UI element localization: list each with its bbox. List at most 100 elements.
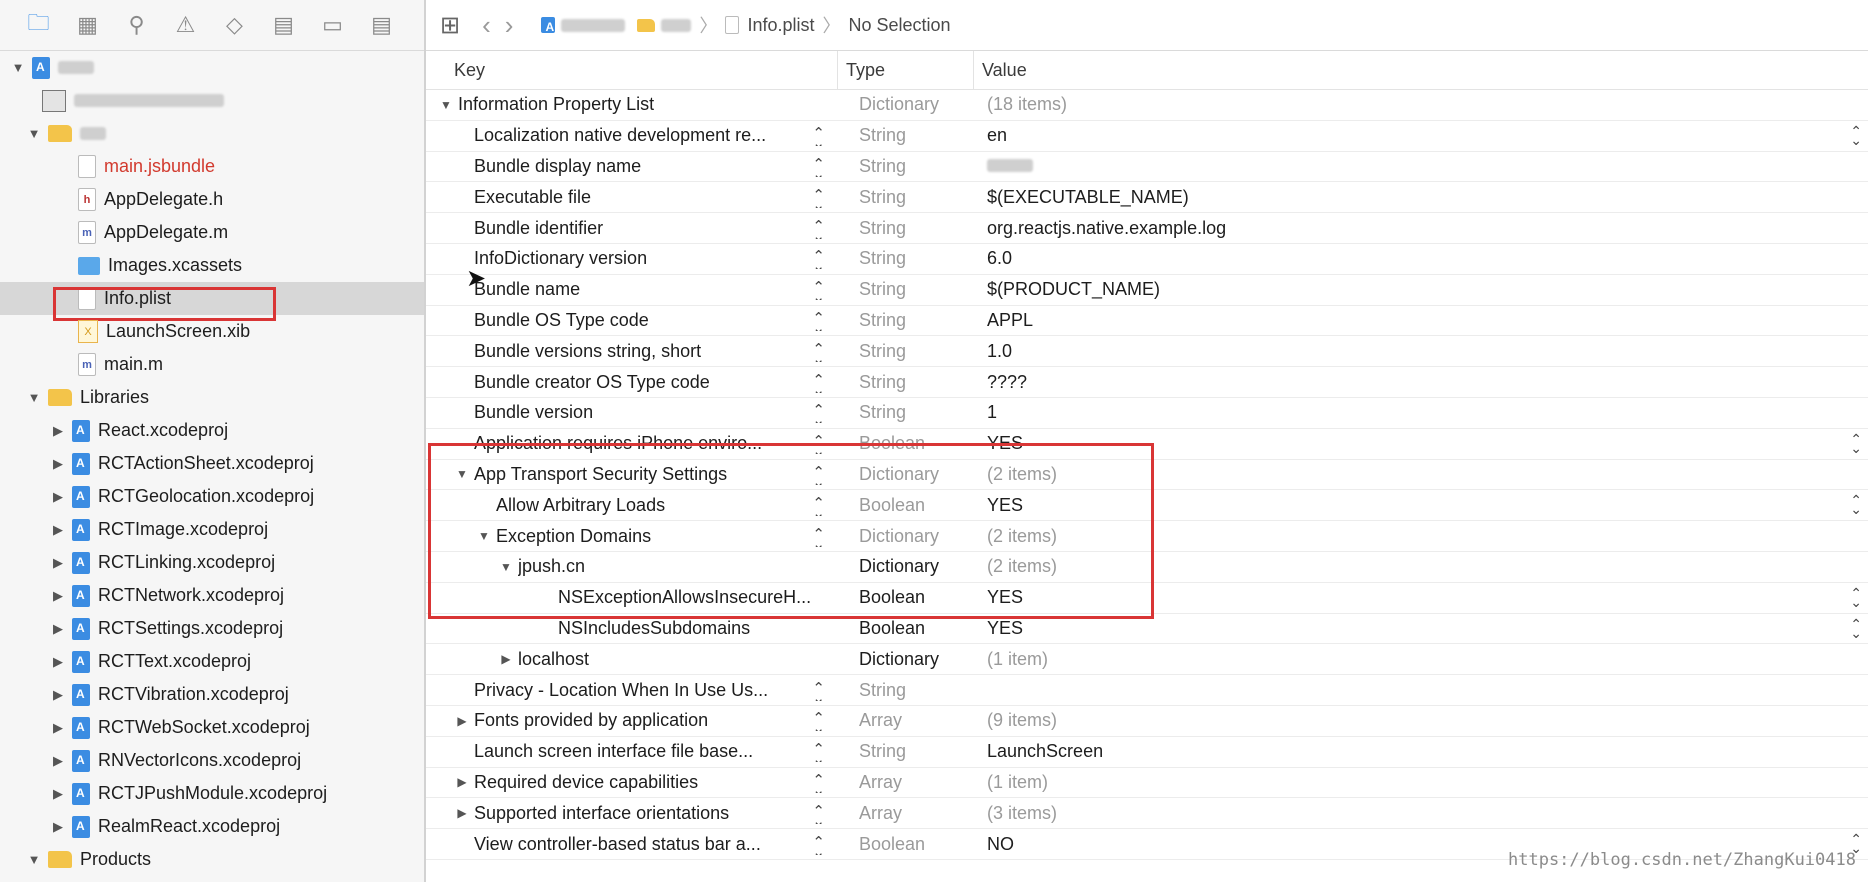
navigator-item[interactable]: ▶ RCTText.xcodeproj <box>0 645 424 678</box>
plist-value-cell[interactable]: (9 items) <box>973 710 1868 731</box>
plist-value-cell[interactable]: 1.0 <box>973 341 1868 362</box>
disclosure-closed-icon[interactable]: ▶ <box>50 753 66 769</box>
plist-value-cell[interactable]: 1 <box>973 402 1868 423</box>
plist-value-cell[interactable]: (18 items) <box>973 94 1868 115</box>
key-stepper-icon[interactable]: ⌃ ⌄ <box>812 249 825 269</box>
plist-value-cell[interactable]: $(EXECUTABLE_NAME) <box>973 187 1868 208</box>
value-column-header[interactable]: Value <box>973 51 1868 89</box>
disclosure-closed-icon[interactable]: ▶ <box>50 786 66 802</box>
plist-type-cell[interactable]: Array <box>837 772 973 793</box>
navigator-item[interactable]: ▶ RCTLinking.xcodeproj <box>0 546 424 579</box>
plist-type-cell[interactable]: String <box>837 187 973 208</box>
folder-icon[interactable]: 🗀 <box>14 5 63 45</box>
key-stepper-icon[interactable]: ⌃ ⌄ <box>812 711 825 731</box>
plist-value-cell[interactable]: 6.0 <box>973 248 1868 269</box>
test-diamond-icon[interactable]: ◇ <box>210 5 259 45</box>
plist-type-cell[interactable]: String <box>837 248 973 269</box>
plist-type-cell[interactable]: String <box>837 402 973 423</box>
back-arrow-icon[interactable]: ‹ <box>482 10 491 41</box>
blurred-crumb[interactable] <box>661 18 692 32</box>
navigator-item[interactable] <box>0 84 424 117</box>
plist-row[interactable]: Bundle creator OS Type code ⌃ ⌄ String???? <box>426 367 1868 398</box>
plist-value-cell[interactable]: YES <box>973 618 1868 639</box>
plist-value-cell[interactable]: (1 item) <box>973 772 1868 793</box>
plist-key-cell[interactable]: ▶ localhost <box>426 649 837 670</box>
report-icon[interactable]: ▤ <box>357 5 406 45</box>
key-stepper-icon[interactable]: ⌃ ⌄ <box>812 681 825 701</box>
selection-crumb[interactable]: No Selection <box>849 15 951 36</box>
disclosure-open-icon[interactable]: ▼ <box>26 126 42 141</box>
plist-key-cell[interactable]: Bundle OS Type code ⌃ ⌄ <box>426 310 837 331</box>
plist-key-cell[interactable]: Bundle name ⌃ ⌄ <box>426 279 837 300</box>
disclosure-closed-icon[interactable]: ▶ <box>50 621 66 637</box>
key-stepper-icon[interactable]: ⌃ ⌄ <box>812 804 825 824</box>
plist-key-cell[interactable]: InfoDictionary version ⌃ ⌄ <box>426 248 837 269</box>
plist-key-cell[interactable]: Executable file ⌃ ⌄ <box>426 187 837 208</box>
plist-key-cell[interactable]: Localization native development re... ⌃ ⌄ <box>426 125 837 146</box>
plist-key-cell[interactable]: ▶ Required device capabilities ⌃ ⌄ <box>426 772 837 793</box>
debug-grid-icon[interactable]: ▤ <box>259 5 308 45</box>
plist-type-cell[interactable]: String <box>837 372 973 393</box>
plist-row[interactable]: Bundle name ⌃ ⌄ String $(PRODUCT_NAME) <box>426 275 1868 306</box>
navigator-item[interactable]: main.jsbundle <box>0 150 424 183</box>
navigator-item[interactable]: ▼ Libraries <box>0 381 424 414</box>
plist-value-cell[interactable]: (1 item) <box>973 649 1868 670</box>
navigator-item[interactable]: ▶ RCTWebSocket.xcodeproj <box>0 711 424 744</box>
plist-row[interactable]: Bundle version ⌃ ⌄ String 1 <box>426 398 1868 429</box>
plist-type-cell[interactable]: Boolean <box>837 834 973 855</box>
plist-row[interactable]: InfoDictionary version ⌃ ⌄ String 6.0 <box>426 244 1868 275</box>
navigator-item[interactable]: ▶ RCTVibration.xcodeproj <box>0 678 424 711</box>
file-crumb[interactable]: Info.plist <box>747 15 814 36</box>
plist-row[interactable]: ▶ Required device capabilities ⌃ ⌄ Array (1 i… <box>426 768 1868 799</box>
type-column-header[interactable]: Type <box>837 51 973 89</box>
navigator-item-selected[interactable]: Info.plist <box>0 282 424 321</box>
disclosure-closed-icon[interactable]: ▶ <box>50 654 66 670</box>
navigator-item[interactable]: ▼ <box>0 51 424 84</box>
plist-row[interactable]: ▶ Fonts provided by application ⌃ ⌄ Array (9 … <box>426 706 1868 737</box>
plist-row[interactable]: ▼ Information Property List Dictionary (18 … <box>426 90 1868 121</box>
navigator-item[interactable]: m main.m <box>0 348 424 381</box>
key-stepper-icon[interactable]: ⌃ ⌄ <box>812 280 825 300</box>
plist-value-cell[interactable]: $(PRODUCT_NAME) <box>973 279 1868 300</box>
plist-value-cell[interactable]: (3 items) <box>973 803 1868 824</box>
value-stepper-icon[interactable]: ⌃ ⌄ <box>1850 493 1862 516</box>
plist-key-cell[interactable]: ▶ Fonts provided by application ⌃ ⌄ <box>426 710 837 731</box>
navigator-item[interactable]: ▶ RCTGeolocation.xcodeproj <box>0 480 424 513</box>
plist-value-cell[interactable]: en <box>973 125 1868 146</box>
disclosure-closed-icon[interactable]: ▶ <box>50 687 66 703</box>
plist-key-cell[interactable]: View controller-based status bar a... ⌃ ⌄ <box>426 834 837 855</box>
plist-row[interactable]: ▶ Supported interface orientations ⌃ ⌄ Array… <box>426 798 1868 830</box>
forward-arrow-icon[interactable]: › <box>505 10 514 41</box>
plist-row[interactable]: Bundle versions string, short ⌃ ⌄ String 1.0 <box>426 336 1868 368</box>
disclosure-closed-icon[interactable]: ▶ <box>498 652 514 666</box>
disclosure-closed-icon[interactable]: ▶ <box>50 522 66 538</box>
plist-type-cell[interactable]: String <box>837 680 973 701</box>
plist-type-cell[interactable]: Boolean <box>837 618 973 639</box>
key-stepper-icon[interactable]: ⌃ ⌄ <box>812 157 825 177</box>
related-items-icon[interactable]: ⊞ <box>440 11 460 40</box>
plist-key-cell[interactable]: Bundle display name ⌃ ⌄ <box>426 156 837 177</box>
plist-type-cell[interactable]: Array <box>837 710 973 731</box>
plist-key-cell[interactable]: Bundle version ⌃ ⌄ <box>426 402 837 423</box>
plist-row[interactable]: Bundle identifier ⌃ ⌄ String org.reactjs.nat… <box>426 213 1868 244</box>
plist-type-cell[interactable]: Array <box>837 803 973 824</box>
disclosure-closed-icon[interactable]: ▶ <box>50 588 66 604</box>
breakpoint-icon[interactable]: ▭ <box>308 5 357 45</box>
key-stepper-icon[interactable]: ⌃ ⌄ <box>812 311 825 331</box>
blurred-crumb[interactable] <box>561 18 626 32</box>
value-stepper-icon[interactable]: ⌃ ⌄ <box>1850 586 1862 609</box>
navigator-item[interactable]: ▶ RCTSettings.xcodeproj <box>0 612 424 645</box>
plist-key-cell[interactable]: Bundle creator OS Type code ⌃ ⌄ <box>426 372 837 393</box>
plist-value-cell[interactable]: ???? <box>973 372 1868 393</box>
value-stepper-icon[interactable]: ⌃ ⌄ <box>1850 432 1862 455</box>
plist-row[interactable]: Bundle display name ⌃ ⌄ String <box>426 152 1868 183</box>
key-stepper-icon[interactable]: ⌃ ⌄ <box>812 188 825 208</box>
navigator-item[interactable]: ▼ <box>0 117 424 150</box>
key-column-header[interactable]: Key <box>426 60 837 81</box>
plist-type-cell[interactable]: String <box>837 341 973 362</box>
disclosure-open-icon[interactable]: ▼ <box>10 60 26 75</box>
disclosure-closed-icon[interactable]: ▶ <box>50 489 66 505</box>
warning-icon[interactable]: ⚠ <box>161 5 210 45</box>
plist-type-cell[interactable]: String <box>837 125 973 146</box>
navigator-item[interactable]: ▶ RealmReact.xcodeproj <box>0 810 424 843</box>
